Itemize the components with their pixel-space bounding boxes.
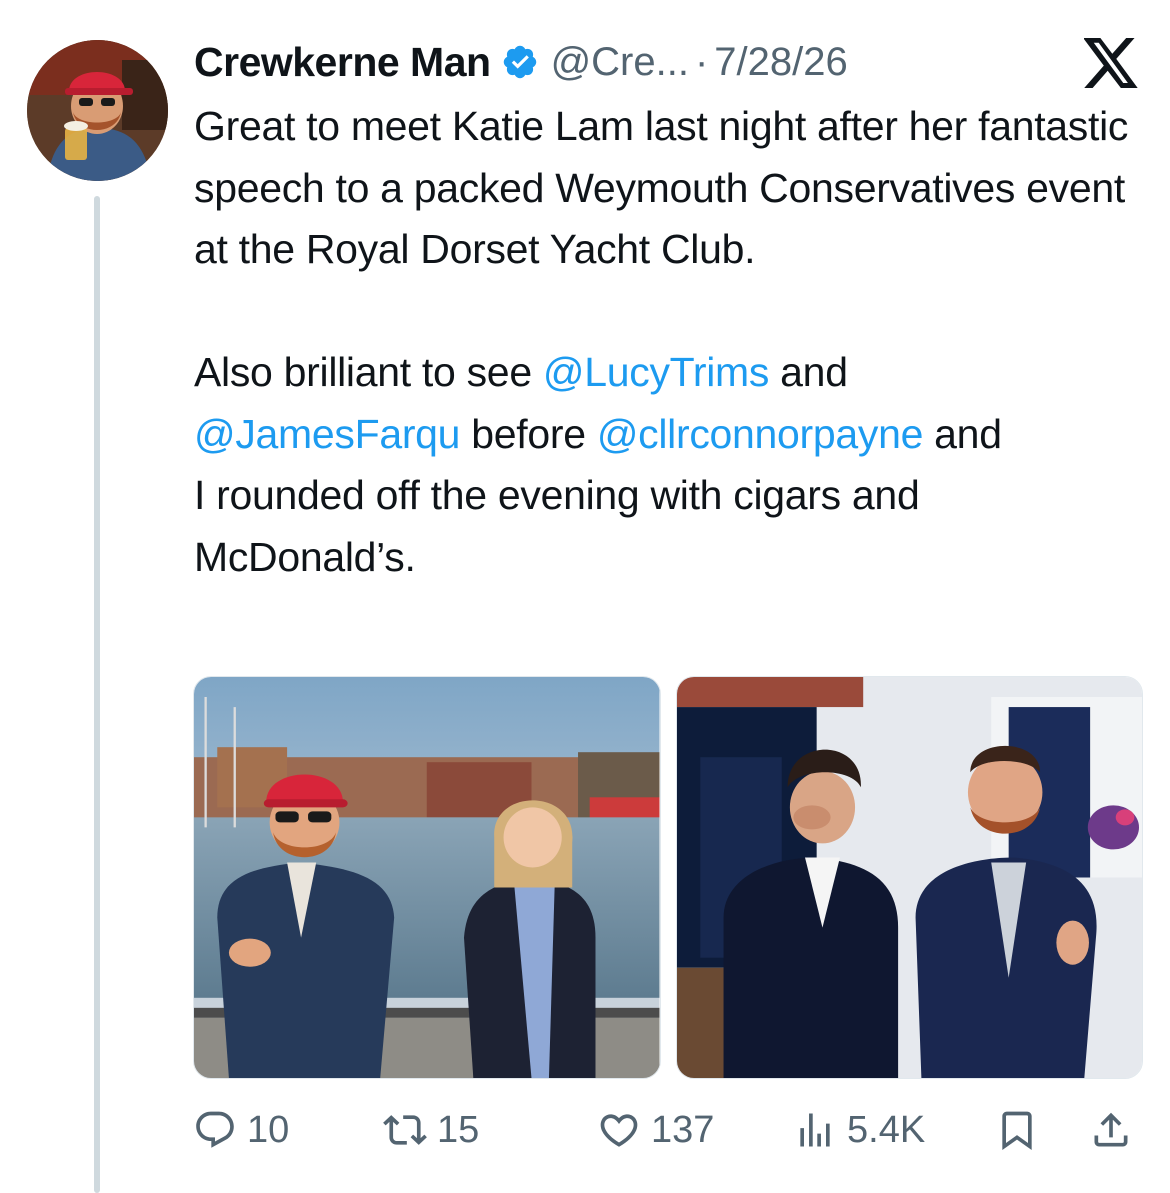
user-handle[interactable]: @Cre...	[551, 40, 689, 85]
text-span: McDonald’s.	[194, 533, 416, 580]
text-span: and	[923, 410, 1002, 457]
tweet-text: Great to meet Katie Lam last night after…	[194, 96, 1154, 588]
bookmark-button[interactable]	[995, 1098, 1049, 1162]
tweet-paragraph-2: Also brilliant to see @LucyTrims and @Jam…	[194, 342, 1154, 588]
text-span: I rounded off the evening with cigars an…	[194, 472, 920, 518]
photo-night-cigars-image	[676, 677, 1142, 1078]
heart-icon	[600, 1114, 638, 1147]
share-icon	[1094, 1112, 1128, 1147]
reply-icon	[196, 1111, 234, 1148]
avatar-image	[27, 40, 168, 181]
photo-harbour-image	[194, 677, 660, 1078]
view-count: 5.4K	[847, 1108, 926, 1151]
x-logo-icon[interactable]	[1084, 38, 1140, 88]
like-count: 137	[651, 1108, 715, 1151]
tweet-header: Crewkerne Man @Cre... · 7/28/26	[194, 32, 848, 92]
photo-harbour[interactable]	[193, 676, 661, 1079]
mention-jamesfarqu[interactable]: @JamesFarqu	[194, 411, 460, 457]
share-button[interactable]	[1089, 1098, 1143, 1162]
repost-button[interactable]: 15	[383, 1098, 479, 1162]
display-name[interactable]: Crewkerne Man	[194, 39, 491, 86]
tweet-paragraph-1: Great to meet Katie Lam last night after…	[194, 103, 1129, 272]
text-span: and	[769, 349, 848, 395]
separator-dot: ·	[694, 39, 709, 84]
avatar[interactable]	[27, 40, 168, 181]
mention-cllrconnorpayne[interactable]: @cllrconnorpayne	[597, 411, 924, 457]
views-button[interactable]: 5.4K	[793, 1098, 925, 1162]
reply-count: 10	[247, 1108, 290, 1151]
photo-night-cigars[interactable]	[675, 676, 1143, 1079]
media-grid	[193, 676, 1143, 1079]
tweet-date[interactable]: 7/28/26	[714, 40, 847, 85]
views-icon	[800, 1113, 830, 1147]
reply-button[interactable]: 10	[193, 1098, 289, 1162]
like-button[interactable]: 137	[597, 1098, 714, 1162]
mention-lucytrims[interactable]: @LucyTrims	[543, 349, 769, 395]
text-span: before	[460, 410, 597, 457]
bookmark-icon	[1002, 1111, 1032, 1151]
thread-line	[94, 196, 100, 1193]
repost-icon	[383, 1115, 427, 1145]
text-span: Also brilliant to see	[194, 349, 543, 395]
verified-badge-icon	[503, 45, 536, 79]
repost-count: 15	[437, 1108, 480, 1151]
action-bar: 10 15 137 5.4K	[193, 1098, 1143, 1162]
